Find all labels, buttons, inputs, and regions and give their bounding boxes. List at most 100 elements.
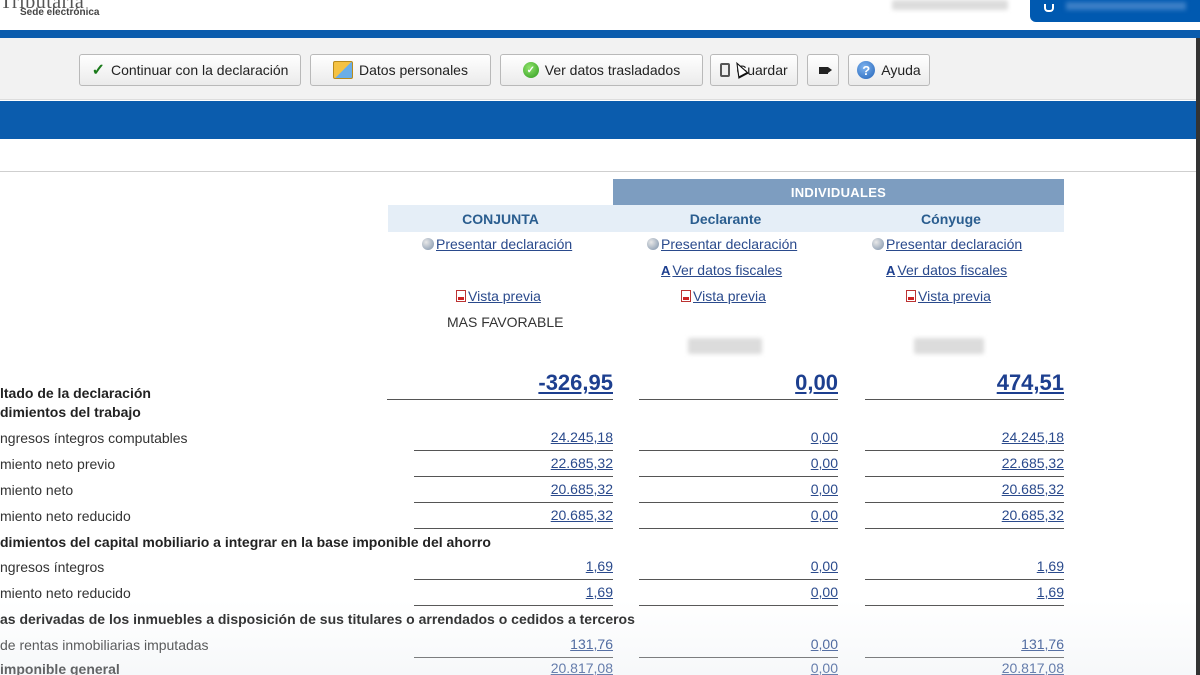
header-band	[0, 30, 1200, 38]
value-cell[interactable]: 24.245,18	[414, 429, 613, 451]
value-cell[interactable]: 20.817,08	[414, 660, 613, 675]
value-link[interactable]: 0,00	[811, 636, 838, 652]
row-label: miento neto	[0, 482, 74, 498]
row-label: ngresos íntegros	[0, 559, 105, 575]
value-cell[interactable]: -326,95	[387, 370, 613, 400]
value-link[interactable]: 24.245,18	[1002, 429, 1064, 445]
value-link[interactable]: 20.817,08	[551, 660, 613, 675]
value-cell[interactable]: 20.685,32	[414, 481, 613, 503]
value-cell[interactable]: 1,69	[414, 584, 613, 606]
video-button[interactable]	[807, 54, 839, 86]
agency-logo-icon: A	[886, 262, 896, 278]
value-cell[interactable]: 1,69	[414, 558, 613, 580]
value-link[interactable]: 0,00	[811, 584, 838, 600]
value-cell[interactable]: 0,00	[639, 660, 838, 675]
value-cell[interactable]: 24.245,18	[865, 429, 1064, 451]
value-link[interactable]: 131,76	[1021, 636, 1064, 652]
row-label: dimientos del capital mobiliario a integ…	[0, 534, 491, 550]
value-link[interactable]: 131,76	[570, 636, 613, 652]
row-label: dimientos del trabajo	[0, 404, 141, 420]
value-link[interactable]: 20.685,32	[551, 481, 613, 497]
continue-declaration-button[interactable]: ✓ Continuar con la declaración	[79, 54, 301, 86]
value-link[interactable]: 0,00	[811, 429, 838, 445]
present-declaration-link-conjunta[interactable]: Presentar declaración	[422, 236, 572, 252]
value-link[interactable]: 0,00	[795, 370, 838, 395]
value-cell[interactable]: 0,00	[639, 429, 838, 451]
value-link[interactable]: 0,00	[811, 481, 838, 497]
transferred-data-button[interactable]: ✓ Ver datos trasladados	[500, 54, 703, 86]
value-cell[interactable]: 0,00	[639, 558, 838, 580]
row-label: as derivadas de los inmuebles a disposic…	[0, 611, 635, 627]
value-cell[interactable]: 1,69	[865, 558, 1064, 580]
value-cell[interactable]: 131,76	[414, 636, 613, 658]
value-link[interactable]: 474,51	[997, 370, 1064, 395]
row-label: miento neto reducido	[0, 585, 131, 601]
green-check-icon: ✓	[522, 62, 539, 78]
site-header: Tributaria Sede electrónica	[0, 0, 1200, 30]
value-link[interactable]: 20.685,32	[1002, 507, 1064, 523]
fiscal-data-label: Ver datos fiscales	[672, 262, 783, 278]
value-cell[interactable]: 20.685,32	[414, 507, 613, 529]
value-link[interactable]: 22.685,32	[551, 455, 613, 471]
user-menu-button[interactable]	[1030, 0, 1200, 22]
preview-link-conyuge[interactable]: Vista previa	[906, 288, 991, 304]
help-button[interactable]: ? Ayuda	[848, 54, 930, 86]
value-link[interactable]: 20.685,32	[1002, 481, 1064, 497]
value-cell[interactable]: 0,00	[639, 481, 838, 503]
value-link[interactable]: 0,00	[811, 455, 838, 471]
section-band	[0, 101, 1196, 139]
continue-declaration-label: Continuar con la declaración	[110, 62, 289, 78]
pdf-icon	[456, 290, 466, 302]
value-link[interactable]: 0,00	[811, 558, 838, 574]
value-cell[interactable]: 20.685,32	[865, 481, 1064, 503]
toolbar: ✓ Continuar con la declaración Datos per…	[0, 38, 1196, 100]
preview-link-declarante[interactable]: Vista previa	[681, 288, 766, 304]
conyuge-name-blurred	[914, 338, 984, 354]
fiscal-data-link-declarante[interactable]: A Ver datos fiscales	[661, 262, 782, 278]
save-button[interactable]: Guardar	[710, 54, 798, 86]
column-header-conjunta: CONJUNTA	[462, 210, 539, 227]
agency-logo-icon: A	[661, 262, 671, 278]
row-label: ltado de la declaración	[0, 385, 151, 401]
user-name-blurred	[892, 0, 1008, 10]
value-cell[interactable]: 1,69	[865, 584, 1064, 606]
value-cell[interactable]: 20.817,08	[865, 660, 1064, 675]
value-cell[interactable]: 474,51	[865, 370, 1064, 400]
present-declaration-label: Presentar declaración	[436, 236, 573, 252]
value-link[interactable]: 20.817,08	[1002, 660, 1064, 675]
value-cell[interactable]: 20.685,32	[865, 507, 1064, 529]
value-link[interactable]: -326,95	[538, 370, 613, 395]
value-link[interactable]: 0,00	[811, 507, 838, 523]
value-cell[interactable]: 0,00	[639, 370, 838, 400]
row-label: imponible general	[0, 661, 120, 675]
value-cell[interactable]: 22.685,32	[414, 455, 613, 477]
value-link[interactable]: 22.685,32	[1002, 455, 1064, 471]
value-cell[interactable]: 0,00	[639, 507, 838, 529]
value-link[interactable]: 24.245,18	[551, 429, 613, 445]
check-icon: ✓	[91, 62, 105, 79]
present-declaration-link-declarante[interactable]: Presentar declaración	[647, 236, 797, 252]
value-link[interactable]: 1,69	[1037, 558, 1064, 574]
fiscal-data-link-conyuge[interactable]: A Ver datos fiscales	[886, 262, 1007, 278]
brand-subtitle: Sede electrónica	[20, 7, 100, 18]
value-link[interactable]: 1,69	[1037, 584, 1064, 600]
present-declaration-link-conyuge[interactable]: Presentar declaración	[872, 236, 1022, 252]
favorable-note: MAS FAVORABLE	[447, 314, 564, 330]
personal-data-button[interactable]: Datos personales	[310, 54, 491, 86]
value-cell[interactable]: 0,00	[639, 584, 838, 606]
globe-icon	[422, 238, 434, 250]
value-cell[interactable]: 131,76	[865, 636, 1064, 658]
value-cell[interactable]: 22.685,32	[865, 455, 1064, 477]
value-link[interactable]: 1,69	[586, 584, 613, 600]
value-cell[interactable]: 0,00	[639, 636, 838, 658]
value-link[interactable]: 20.685,32	[551, 507, 613, 523]
preview-link-conjunta[interactable]: Vista previa	[456, 288, 541, 304]
row-label: miento neto previo	[0, 456, 116, 472]
value-cell[interactable]: 0,00	[639, 455, 838, 477]
personal-data-label: Datos personales	[359, 62, 468, 78]
column-header-conyuge: Cónyuge	[921, 210, 981, 227]
value-link[interactable]: 1,69	[586, 558, 613, 574]
globe-icon	[872, 238, 884, 250]
value-link[interactable]: 0,00	[811, 660, 838, 675]
row-label: ngresos íntegros computables	[0, 430, 188, 446]
